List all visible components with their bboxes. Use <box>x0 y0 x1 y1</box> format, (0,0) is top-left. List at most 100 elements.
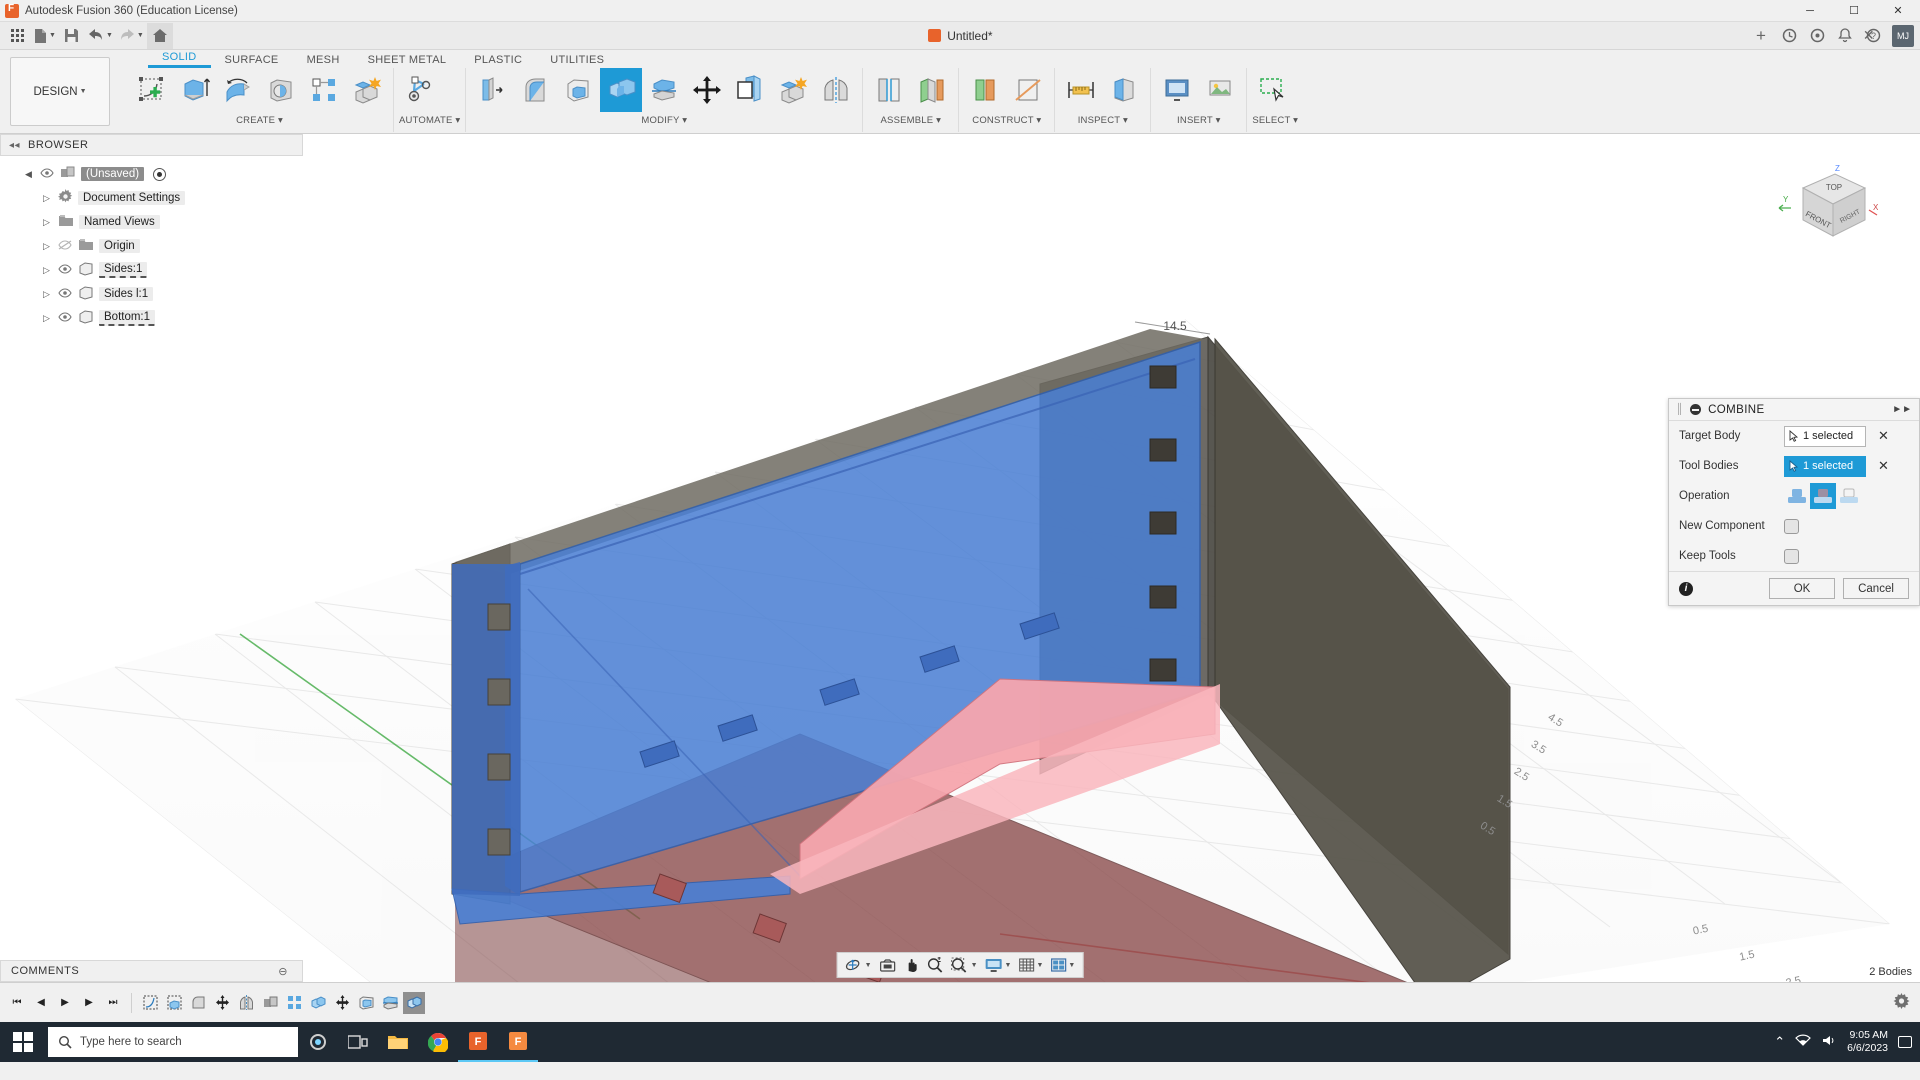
panel-title-assemble[interactable]: ASSEMBLE ▾ <box>868 115 953 126</box>
comments-minimize-icon[interactable]: ⊖ <box>278 965 288 978</box>
mirror-icon[interactable] <box>815 68 857 112</box>
cortana-icon[interactable] <box>298 1022 338 1062</box>
collapse-dot-icon[interactable] <box>1690 404 1701 415</box>
create-more-icon[interactable] <box>346 68 388 112</box>
cancel-button[interactable]: Cancel <box>1843 578 1909 599</box>
align-icon[interactable] <box>729 68 771 112</box>
tree-item-bottom[interactable]: ▷ Bottom:1 <box>0 306 303 330</box>
panel-title-create[interactable]: CREATE ▾ <box>131 115 388 126</box>
offset-plane-icon[interactable] <box>964 68 1006 112</box>
pattern-icon[interactable] <box>303 68 345 112</box>
activate-component-radio[interactable] <box>153 168 166 181</box>
tool-bodies-field[interactable]: 1 selected <box>1784 456 1866 477</box>
tree-item-sides-l[interactable]: ▷ Sides l:1 <box>0 282 303 306</box>
tab-surface[interactable]: SURFACE <box>211 54 293 68</box>
job-status-icon[interactable] <box>1776 23 1802 49</box>
combine-icon[interactable] <box>600 68 642 112</box>
volume-icon[interactable] <box>1821 1034 1837 1050</box>
chevron-down-icon[interactable]: ▼ <box>1036 962 1043 969</box>
timeline-play-back[interactable]: ▶ <box>54 991 76 1015</box>
dialog-grip-icon[interactable]: ║ <box>1676 404 1683 415</box>
tree-label-bottom[interactable]: Bottom:1 <box>99 310 155 326</box>
timeline-settings-icon[interactable] <box>1893 993 1910 1013</box>
tree-label-sides-l[interactable]: Sides l:1 <box>99 287 153 301</box>
file-explorer-icon[interactable] <box>378 1022 418 1062</box>
hole-icon[interactable] <box>260 68 302 112</box>
fillet-icon[interactable] <box>514 68 556 112</box>
tree-item-document-settings[interactable]: ▷ Document Settings <box>0 186 303 210</box>
eye-icon[interactable] <box>58 312 73 325</box>
section-analysis-icon[interactable] <box>1103 68 1145 112</box>
tree-item-named-views[interactable]: ▷ Named Views <box>0 210 303 234</box>
timeline-feature-pattern[interactable] <box>283 992 305 1014</box>
windows-start-icon[interactable] <box>0 1022 46 1062</box>
grid-icon[interactable] <box>4 23 30 49</box>
tree-item-sides[interactable]: ▷ Sides:1 <box>0 258 303 282</box>
panel-title-inspect[interactable]: INSPECT ▾ <box>1060 115 1145 126</box>
eye-icon[interactable] <box>58 264 73 277</box>
home-button[interactable] <box>147 23 173 49</box>
panel-title-automate[interactable]: AUTOMATE ▾ <box>399 115 460 126</box>
task-view-icon[interactable] <box>338 1022 378 1062</box>
timeline-feature-fillet[interactable] <box>187 992 209 1014</box>
chevron-down-icon[interactable]: ▼ <box>865 962 872 969</box>
save-button[interactable] <box>59 23 85 49</box>
timeline-feature-sketch[interactable] <box>139 992 161 1014</box>
timeline-feature-move2[interactable] <box>331 992 353 1014</box>
3d-canvas[interactable]: 14.5 4.5 3.5 2.5 1.5 0.5 0.5 1.5 2.5 ◂◂ … <box>0 134 1920 982</box>
operation-intersect-icon[interactable] <box>1836 483 1862 509</box>
panel-title-insert[interactable]: INSERT ▾ <box>1156 115 1241 126</box>
generative-design-icon[interactable] <box>399 68 441 112</box>
move-copy-icon[interactable] <box>686 68 728 112</box>
operation-join-icon[interactable] <box>1784 483 1810 509</box>
timeline-feature-mirror[interactable] <box>235 992 257 1014</box>
fusion-icon[interactable]: F <box>458 1022 498 1062</box>
redo-button[interactable]: ▼ <box>116 23 147 49</box>
tab-solid[interactable]: SOLID <box>148 51 211 68</box>
minimize-button[interactable]: ─ <box>1788 0 1832 22</box>
tree-label-unsaved[interactable]: (Unsaved) <box>81 167 144 181</box>
look-at-icon[interactable] <box>876 953 900 977</box>
tree-label-sides[interactable]: Sides:1 <box>99 262 147 278</box>
tray-chevron-icon[interactable]: ⌃ <box>1774 1034 1785 1050</box>
expand-arrow-icon[interactable]: ▷ <box>40 265 53 276</box>
panel-title-construct[interactable]: CONSTRUCT ▾ <box>964 115 1049 126</box>
timeline-feature-shell[interactable] <box>355 992 377 1014</box>
zoom-icon[interactable] <box>924 953 947 977</box>
press-pull-icon[interactable] <box>471 68 513 112</box>
revolve-icon[interactable] <box>217 68 259 112</box>
timeline-feature-split[interactable] <box>379 992 401 1014</box>
comments-panel[interactable]: COMMENTS ⊖ <box>0 960 303 982</box>
orbit-icon[interactable]: ▼ <box>842 953 875 977</box>
timeline-feature-move[interactable] <box>211 992 233 1014</box>
bell-icon[interactable] <box>1832 23 1858 49</box>
new-component-checkbox[interactable] <box>1784 519 1799 534</box>
avatar[interactable]: MJ <box>1892 25 1914 47</box>
split-body-icon[interactable] <box>643 68 685 112</box>
timeline-go-to-beginning[interactable]: ⏮ <box>6 991 28 1015</box>
expand-arrow-icon[interactable]: ▷ <box>40 193 53 204</box>
tab-plastic[interactable]: PLASTIC <box>460 54 536 68</box>
target-body-clear-icon[interactable]: ✕ <box>1878 428 1889 444</box>
info-icon[interactable]: i <box>1679 582 1693 596</box>
window-selection-icon[interactable] <box>1252 68 1294 112</box>
tab-utilities[interactable]: UTILITIES <box>536 54 618 68</box>
view-cube[interactable]: TOP FRONT RIGHT X Y Z <box>1773 162 1878 252</box>
maximize-button[interactable]: ☐ <box>1832 0 1876 22</box>
timeline-go-to-end[interactable]: ⏭ <box>102 991 124 1015</box>
modify-more-icon[interactable] <box>772 68 814 112</box>
viewports-icon[interactable]: ▼ <box>1047 953 1078 977</box>
timeline-feature-combine2[interactable] <box>403 992 425 1014</box>
close-button[interactable]: ✕ <box>1876 0 1920 22</box>
dialog-forward-icon[interactable]: ►► <box>1892 404 1912 415</box>
ok-button[interactable]: OK <box>1769 578 1835 599</box>
pan-icon[interactable] <box>901 953 923 977</box>
timeline-feature-combine[interactable] <box>307 992 329 1014</box>
timeline-step-back[interactable]: ◀ <box>30 991 52 1015</box>
timeline-feature-component[interactable] <box>259 992 281 1014</box>
zoom-window-icon[interactable]: ▼ <box>948 953 981 977</box>
chevron-down-icon[interactable]: ▼ <box>1068 962 1075 969</box>
shell-icon[interactable] <box>557 68 599 112</box>
collapse-icon[interactable]: ◂◂ <box>9 140 20 151</box>
expand-arrow-icon[interactable]: ▷ <box>40 241 53 252</box>
